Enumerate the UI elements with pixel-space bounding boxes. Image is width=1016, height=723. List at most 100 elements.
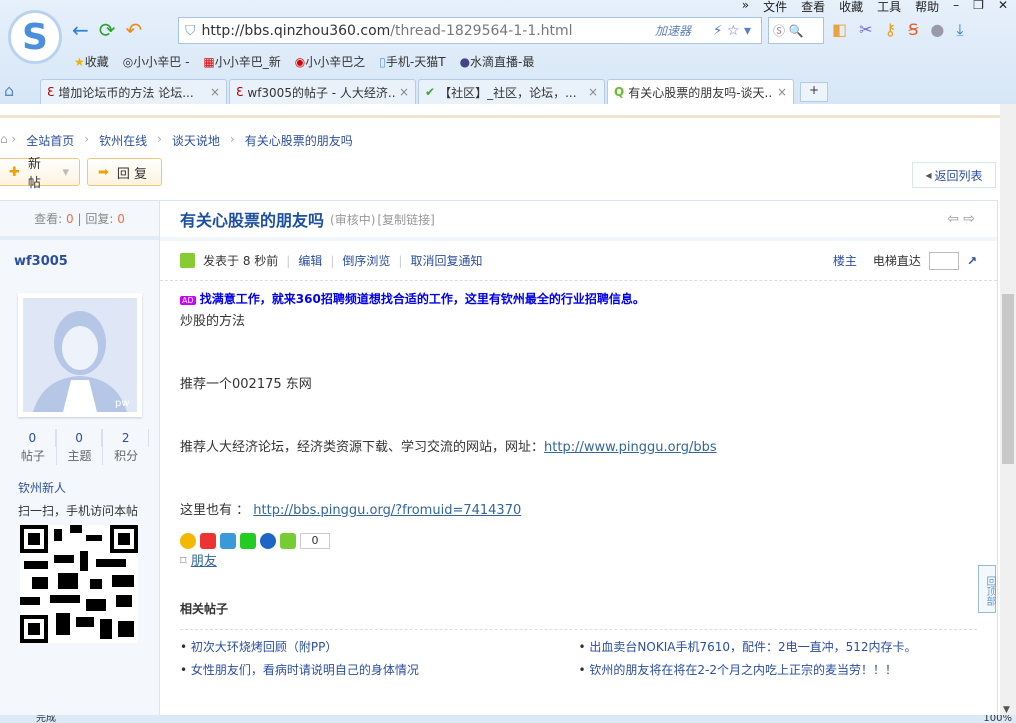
key-icon[interactable]: ⚷ — [885, 20, 897, 40]
shield-icon: ⛉ — [185, 22, 196, 39]
tab-1[interactable]: Ɛ 增加论坛币的方法 论坛... × — [40, 79, 227, 104]
owner-only-link[interactable]: 楼主 — [833, 252, 857, 269]
new-tab-button[interactable]: + — [800, 82, 828, 102]
bookmark-item[interactable]: ▦小小辛巴_新 — [203, 53, 280, 70]
bookmark-item[interactable]: ▯手机-天猫T — [379, 53, 445, 70]
renren-share-icon[interactable] — [260, 533, 276, 549]
related-item[interactable]: 女性朋友们，看病时请说明自己的身体情况 — [191, 663, 419, 677]
thread-title: 有关心股票的朋友吗 — [180, 211, 325, 230]
qr-code — [20, 525, 138, 643]
count-posts[interactable]: 0 帖子 — [10, 429, 57, 465]
author-name[interactable]: wf3005 — [14, 254, 68, 269]
post-meta: 发表于 8 秒前 | 编辑 | 倒序浏览 | 取消回复通知 楼主 电梯直达 ↗ — [160, 241, 997, 281]
bookmark-item[interactable]: ◎小小辛巴 - — [123, 53, 190, 70]
accelerator[interactable]: 加速器 — [655, 22, 691, 39]
breadcrumb-board[interactable]: 谈天说地 — [172, 132, 220, 149]
star-icon[interactable]: ⚡ ☆ ▾ — [713, 23, 751, 39]
breadcrumb-thread[interactable]: 有关心股票的朋友吗 — [245, 132, 353, 149]
tab-3[interactable]: ✔ 【社区】_社区，论坛，... × — [418, 79, 605, 104]
browser-chrome: S » 文件 查看 收藏 工具 帮助 – ❐ ✕ ← ⟳ ↶ ⛉ http://… — [0, 0, 1016, 104]
related-item[interactable]: 初次大环烧烤回顾（附PP） — [191, 640, 337, 654]
home-icon[interactable]: ⌂ › — [0, 132, 16, 149]
menu-bar: » 文件 查看 收藏 工具 帮助 – ❐ ✕ — [742, 0, 1008, 15]
weibo-share-icon[interactable] — [200, 533, 216, 549]
breadcrumb-home[interactable]: 全站首页 — [26, 132, 74, 149]
extension-icon[interactable]: Ꞩ — [908, 20, 918, 40]
close-icon[interactable]: ✕ — [998, 0, 1008, 15]
search-box[interactable]: Ⓢ 🔍 — [768, 17, 824, 44]
user-group[interactable]: 钦州新人 — [18, 481, 66, 495]
next-thread-icon[interactable]: ⇨ — [963, 211, 975, 227]
post-content: AD 找满意工作，就来360招聘频道想找合适的工作，这里有钦州最全的行业招聘信息… — [160, 281, 997, 580]
close-tab-icon[interactable]: × — [210, 85, 220, 99]
review-status: (审核中) — [330, 212, 376, 227]
refresh-icon[interactable]: ⟳ — [99, 18, 116, 42]
minimize-icon[interactable]: – — [953, 0, 959, 15]
sidebar-icon[interactable]: ◧ — [832, 20, 847, 40]
zoom-level[interactable]: 100% — [983, 715, 1012, 723]
new-post-button[interactable]: ✚ 新 帖 ▾ — [0, 157, 80, 191]
ad-icon: AD — [180, 296, 196, 305]
edit-link[interactable]: 编辑 — [298, 252, 322, 269]
menu-help[interactable]: 帮助 — [915, 0, 939, 15]
home-icon[interactable]: ⌂ — [4, 81, 40, 104]
svg-text:pw: pw — [115, 398, 130, 409]
page-content: ⌂ › 全站首页 › 钦州在线 › 谈天说地 › 有关心股票的朋友吗 ✚ 新 帖 ▾ ➡ 回… — [0, 104, 1000, 715]
related-item[interactable]: 出血卖台NOKIA手机7610，配件：2电一直冲，512内存卡。 — [589, 640, 916, 654]
more-share-icon[interactable] — [280, 533, 296, 549]
back-to-top-button[interactable]: 回顶部 — [978, 565, 996, 613]
menu-more[interactable]: » — [742, 0, 749, 15]
bookmark-item[interactable]: ●水滴直播-最 — [460, 53, 535, 70]
count-threads[interactable]: 0 主题 — [57, 429, 104, 465]
avatar[interactable]: pw — [18, 293, 142, 417]
tab-strip: ⌂ Ɛ 增加论坛币的方法 论坛... × Ɛwf3005的帖子 - 人大经济... ×… — [0, 77, 1016, 104]
related-threads: 相关帖子 • 初次大环烧烤回顾（附PP） • 出血卖台NOKIA手机7610，配… — [160, 600, 997, 678]
back-icon[interactable]: ← — [72, 18, 89, 42]
ad-link[interactable]: 找满意工作，就来360招聘频道想找合适的工作，这里有钦州最全的行业招聘信息。 — [200, 292, 645, 306]
tab-4[interactable]: Q 有关心股票的朋友吗-谈天... × — [607, 79, 794, 104]
bookmark-favorites[interactable]: ★收藏 — [74, 53, 109, 70]
qzone-share-icon[interactable] — [180, 533, 196, 549]
more-icon[interactable]: ● — [930, 20, 944, 40]
tag-link[interactable]: 朋友 — [191, 554, 217, 569]
scrollbar-thumb[interactable] — [1002, 294, 1014, 464]
reply-button[interactable]: ➡ 回 复 — [87, 158, 162, 186]
close-tab-icon[interactable]: × — [777, 85, 787, 99]
tencent-share-icon[interactable] — [220, 533, 236, 549]
fromuid-link[interactable]: http://bbs.pinggu.org/?fromuid=7414370 — [253, 503, 521, 518]
browser-logo: S — [8, 10, 62, 64]
share-bar: 0 — [180, 533, 977, 549]
qr-label: 扫一扫，手机访问本帖 — [18, 504, 139, 518]
menu-favorites[interactable]: 收藏 — [839, 0, 863, 15]
toolbar-icons: ◧ ✂ ⚷ Ꞩ ● ⤓ — [832, 20, 963, 40]
pinggu-link[interactable]: http://www.pinggu.org/bbs — [544, 440, 717, 455]
floor-jump-input[interactable] — [928, 251, 959, 270]
count-points[interactable]: 2 积分 — [103, 429, 150, 465]
breadcrumb-forum[interactable]: 钦州在线 — [99, 132, 147, 149]
menu-file[interactable]: 文件 — [763, 0, 787, 15]
scrollbar[interactable]: ▼ — [1000, 104, 1016, 715]
go-floor-icon[interactable]: ↗ — [967, 254, 977, 268]
tab-2[interactable]: Ɛwf3005的帖子 - 人大经济... × — [229, 79, 416, 104]
close-tab-icon[interactable]: × — [399, 85, 409, 99]
reverse-order-link[interactable]: 倒序浏览 — [342, 252, 390, 269]
tag-icon: ⌑ — [180, 554, 187, 569]
prev-thread-icon[interactable]: ⇦ — [947, 211, 959, 227]
related-item[interactable]: 钦州的朋友将在将在2-2个月之内吃上正宗的麦当劳！！！ — [589, 663, 897, 677]
bookmark-item[interactable]: ◉小小辛巴之 — [295, 53, 366, 70]
thread-title-bar: 有关心股票的朋友吗 (审核中) [复制链接] ⇦ ⇨ — [160, 201, 997, 241]
back-to-list-button[interactable]: ◂ 返回列表 — [912, 162, 996, 188]
cancel-notify-link[interactable]: 取消回复通知 — [410, 252, 482, 269]
menu-view[interactable]: 查看 — [801, 0, 825, 15]
close-tab-icon[interactable]: × — [588, 85, 598, 99]
thread-stats: 查看: 0 | 回复: 0 — [0, 200, 159, 240]
address-bar[interactable]: ⛉ http://bbs.qinzhou360.com/thread-18295… — [178, 17, 762, 44]
menu-tools[interactable]: 工具 — [877, 0, 901, 15]
wechat-share-icon[interactable] — [240, 533, 256, 549]
download-icon[interactable]: ⤓ — [956, 20, 963, 40]
restore-icon[interactable]: ❐ — [973, 0, 984, 15]
status-bar: 完成 100% — [0, 715, 1016, 723]
scissors-icon[interactable]: ✂ — [859, 20, 872, 40]
undo-icon[interactable]: ↶ — [126, 18, 143, 42]
copy-link[interactable]: [复制链接] — [377, 211, 434, 228]
